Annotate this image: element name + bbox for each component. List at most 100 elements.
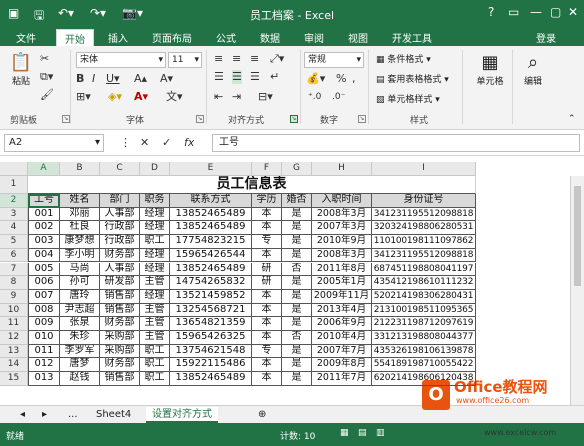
table-cell[interactable]: 012 [28,358,60,373]
table-cell[interactable]: 13754621548 [170,344,252,359]
table-cell[interactable]: 320324198806280531 [372,221,476,236]
cell-styles-button[interactable]: ▧ 单元格样式 ▾ [376,92,440,105]
phonetic-icon[interactable]: 文▾ [166,90,183,104]
table-cell[interactable]: 是 [282,221,312,236]
table-cell[interactable]: 人事部 [100,262,140,277]
table-cell[interactable]: 554189198710055422 [372,358,476,373]
tab-file[interactable]: 文件 [16,30,36,45]
column-header[interactable]: G [282,162,312,176]
table-cell[interactable]: 本 [252,248,282,263]
table-cell[interactable]: 张泉 [60,317,100,331]
column-header[interactable]: E [170,162,252,176]
table-cell[interactable]: 经理 [140,248,170,263]
clipboard-launcher-icon[interactable]: ↘ [62,115,70,123]
table-cell[interactable]: 本 [252,207,282,222]
maximize-icon[interactable]: ▢ [550,5,561,19]
table-cell[interactable]: 本 [252,317,282,331]
table-cell[interactable]: 杜良 [60,221,100,236]
row-header[interactable]: 12 [0,331,28,345]
table-cell[interactable]: 14754265832 [170,276,252,290]
table-cell[interactable]: 001 [28,207,60,222]
row-header[interactable]: 2 [0,194,28,208]
tab-home[interactable]: 开始 [56,29,94,46]
table-cell[interactable]: 2011年7月 [312,372,372,386]
more-icon[interactable]: ⋮ [120,136,131,150]
table-cell[interactable]: 003 [28,235,60,249]
table-cell[interactable]: 职工 [140,358,170,373]
table-cell[interactable]: 2010年9月 [312,235,372,249]
table-cell[interactable]: 是 [282,344,312,359]
table-cell[interactable]: 采购部 [100,331,140,345]
row-header[interactable]: 15 [0,372,28,386]
table-cell[interactable]: 本 [252,331,282,345]
table-cell[interactable]: 341231195512098818 [372,248,476,263]
table-cell[interactable]: 主管 [140,317,170,331]
font-name-select[interactable]: 宋体 ▾ [76,52,166,68]
row-header[interactable]: 3 [0,207,28,222]
table-cell[interactable]: 否 [282,262,312,277]
table-cell[interactable]: 是 [282,303,312,318]
table-cell[interactable]: 620214198606120438 [372,372,476,386]
format-painter-icon[interactable]: 🖌 [40,88,54,102]
table-cell[interactable]: 唐梦 [60,358,100,373]
table-cell[interactable]: 经理 [140,221,170,236]
align-center-icon[interactable]: ☰ [232,70,242,84]
header-cell[interactable]: 学历 [252,194,282,208]
table-cell[interactable]: 2009年8月 [312,358,372,373]
table-cell[interactable]: 435326198106139878 [372,344,476,359]
table-cell[interactable]: 李小明 [60,248,100,263]
table-cell[interactable]: 主管 [140,276,170,290]
select-all-corner[interactable] [0,162,28,176]
table-cell[interactable]: 2006年9月 [312,317,372,331]
tab-data[interactable]: 数据 [260,30,280,45]
table-cell[interactable]: 唐玲 [60,289,100,304]
table-cell[interactable]: 本 [252,303,282,318]
table-cell[interactable]: 是 [282,235,312,249]
table-cell[interactable]: 013 [28,372,60,386]
sheet-title-cell[interactable]: 员工信息表 [28,176,476,194]
merge-center-icon[interactable]: ⊟▾ [258,90,273,104]
close-icon[interactable]: ✕ [568,5,578,19]
table-cell[interactable]: 职工 [140,235,170,249]
table-cell[interactable]: 2007年7月 [312,344,372,359]
table-cell[interactable]: 是 [282,358,312,373]
vertical-scrollbar[interactable] [570,176,584,405]
page-break-view-icon[interactable]: ▥ [376,428,385,438]
table-cell[interactable]: 研 [252,276,282,290]
table-cell[interactable]: 341231195512098818 [372,207,476,222]
table-cell[interactable]: 2010年4月 [312,331,372,345]
table-cell[interactable]: 是 [282,248,312,263]
table-cell[interactable]: 2009年11月 [312,289,372,304]
table-cell[interactable]: 财务部 [100,358,140,373]
table-cell[interactable]: 15965426544 [170,248,252,263]
header-cell[interactable]: 姓名 [60,194,100,208]
column-header[interactable]: C [100,162,140,176]
table-cell[interactable]: 13521459852 [170,289,252,304]
table-cell[interactable]: 2007年3月 [312,221,372,236]
table-cell[interactable]: 康梦想 [60,235,100,249]
table-cell[interactable]: 是 [282,276,312,290]
table-cell[interactable]: 13254568721 [170,303,252,318]
table-cell[interactable]: 008 [28,303,60,318]
header-cell[interactable]: 部门 [100,194,140,208]
table-cell[interactable]: 主管 [140,331,170,345]
sheet-tab-active[interactable]: 设置对齐方式 [146,407,218,423]
row-header[interactable]: 14 [0,358,28,373]
tab-formulas[interactable]: 公式 [216,30,236,45]
cut-icon[interactable]: ✂ [40,52,49,66]
row-header[interactable]: 8 [0,276,28,290]
table-cell[interactable]: 006 [28,276,60,290]
column-header[interactable]: A [28,162,60,176]
ribbon-display-icon[interactable]: ▭ [508,5,519,19]
align-top-icon[interactable]: ≡ [214,52,223,66]
table-cell[interactable]: 行政部 [100,221,140,236]
table-cell[interactable]: 邓丽 [60,207,100,222]
comma-icon[interactable]: , [352,72,356,86]
scrollbar-thumb[interactable] [574,186,581,286]
sign-in-link[interactable]: 登录 [536,30,556,45]
column-header[interactable]: I [372,162,476,176]
alignment-launcher-icon[interactable]: ↘ [290,115,298,123]
table-cell[interactable]: 孙可 [60,276,100,290]
table-cell[interactable]: 经理 [140,207,170,222]
paste-button[interactable]: 📋 粘贴 [6,52,36,87]
